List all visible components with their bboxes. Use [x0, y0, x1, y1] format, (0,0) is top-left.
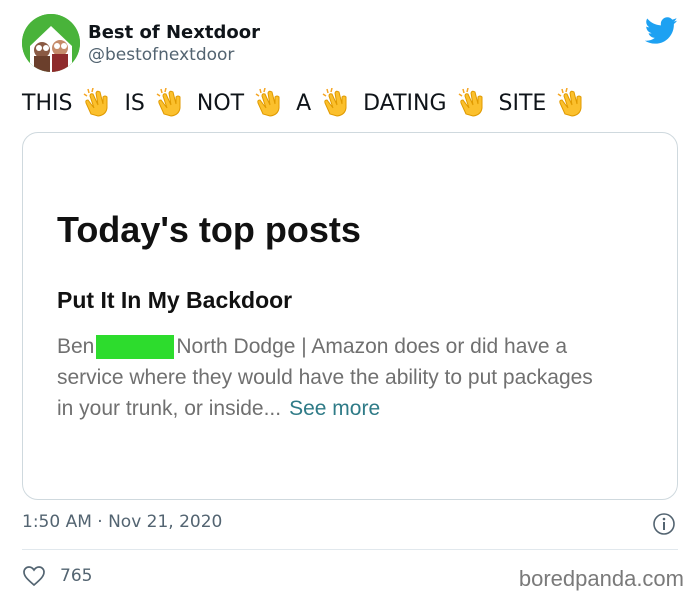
post-line: in your trunk, or inside... See more — [57, 393, 667, 424]
post-line-1: North Dodge | Amazon does or did have a — [176, 335, 568, 358]
post-author-first: Ben — [57, 335, 95, 358]
tweet-word: A — [296, 90, 312, 116]
watermark: boredpanda.com — [518, 566, 684, 591]
redaction-box — [96, 334, 175, 359]
post-line-2: service where they would have the abilit… — [57, 366, 593, 389]
tweet-timestamp[interactable]: 1:50 AM · Nov 21, 2020 — [22, 512, 222, 532]
heart-icon — [23, 566, 45, 587]
twitter-bird-icon[interactable] — [645, 17, 678, 45]
divider — [22, 549, 678, 550]
post-line: service where they would have the abilit… — [57, 362, 667, 393]
info-icon[interactable] — [652, 512, 676, 536]
clapping-hands-icon — [557, 88, 582, 117]
post-title: Put It In My Backdoor — [57, 287, 293, 313]
avatar[interactable] — [22, 14, 80, 72]
author-handle[interactable]: @bestofnextdoor — [88, 45, 234, 65]
tweet-text: THIS IS NOT A DATING SITE — [22, 88, 598, 118]
clapping-hands-icon — [255, 88, 280, 117]
clapping-hands-icon — [84, 88, 108, 117]
tweet-word: NOT — [196, 90, 245, 116]
tweet-word: IS — [124, 90, 145, 116]
clapping-hands-icon — [458, 88, 482, 117]
card-heading: Today's top posts — [57, 209, 361, 250]
embedded-screenshot-card[interactable]: Today's top posts Put It In My Backdoor … — [22, 132, 678, 500]
see-more-link[interactable]: See more — [289, 393, 380, 424]
like-count: 765 — [60, 566, 93, 586]
like-button[interactable]: 765 — [22, 564, 92, 588]
tweet-word: THIS — [22, 90, 73, 116]
post-line: Ben North Dodge | Amazon does or did hav… — [57, 331, 667, 362]
clapping-hands-icon — [156, 88, 181, 117]
clapping-hands-icon — [322, 88, 347, 117]
post-body: Ben North Dodge | Amazon does or did hav… — [57, 331, 667, 424]
author-name[interactable]: Best of Nextdoor — [88, 22, 260, 43]
post-line-3: in your trunk, or inside... — [57, 397, 282, 420]
tweet-word: SITE — [498, 90, 547, 116]
tweet-word: DATING — [363, 90, 447, 116]
